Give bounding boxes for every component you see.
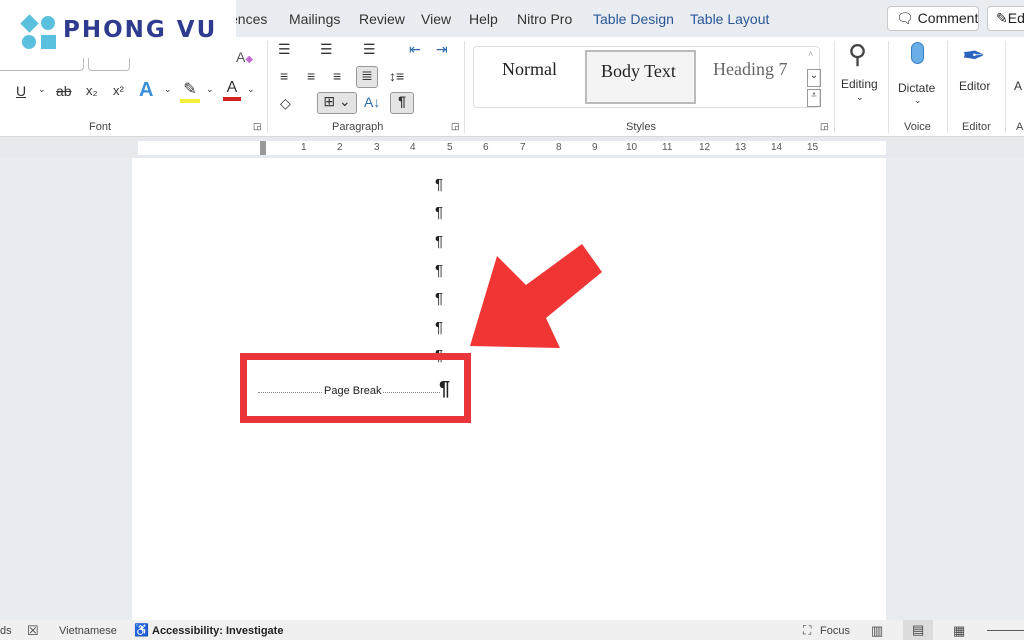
accessibility-icon: ♿ bbox=[134, 623, 149, 637]
word-count[interactable]: ds bbox=[0, 625, 12, 637]
status-bar: ds ☒ Vietnamese ♿ Accessibility: Investi… bbox=[0, 620, 1024, 640]
read-mode-icon[interactable]: ▥ bbox=[871, 623, 883, 639]
arrow-icon bbox=[470, 244, 602, 348]
proofing-icon[interactable]: ☒ bbox=[27, 623, 39, 639]
accessibility-status[interactable]: Accessibility: Investigate bbox=[152, 625, 283, 637]
red-arrow-annotation bbox=[470, 244, 602, 348]
print-layout-icon: ▤ bbox=[912, 622, 925, 637]
web-layout-icon[interactable]: ▦ bbox=[953, 623, 965, 639]
language-status[interactable]: Vietnamese bbox=[59, 625, 117, 637]
focus-button[interactable]: Focus bbox=[820, 625, 850, 637]
print-layout-button[interactable]: ▤ bbox=[903, 620, 933, 640]
zoom-slider[interactable] bbox=[987, 630, 1024, 631]
focus-icon: ⛶ bbox=[803, 623, 812, 637]
